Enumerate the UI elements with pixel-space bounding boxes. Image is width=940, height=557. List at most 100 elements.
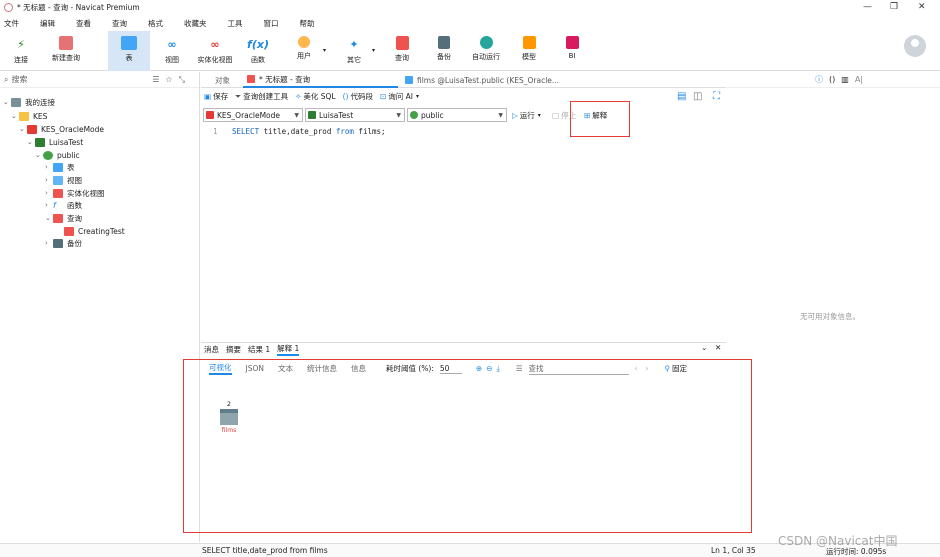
tab-messages[interactable]: 消息 [204,344,219,355]
tree-item-materialized-views[interactable]: › 实体化视图 [45,187,105,199]
bi-button[interactable]: BI [558,31,586,71]
layout-columns-icon[interactable]: ◫ [693,91,702,102]
run-button[interactable]: ▷ 运行 ▾ [512,110,541,121]
tree-item-my-connections[interactable]: ⌄ 我的连接 [3,96,55,108]
tab-summary[interactable]: 摘要 [226,344,241,355]
title-bar: * 无标题 - 查询 - Navicat Premium — ❐ ✕ [0,0,940,15]
database-select[interactable]: LuisaTest ▼ [305,108,405,122]
menu-format[interactable]: 格式 [148,18,163,29]
user-dropdown-icon[interactable]: ▾ [323,47,326,54]
view-button[interactable]: ∞ 视图 [158,31,186,71]
query-button[interactable]: 查询 [388,31,416,71]
query-builder-button[interactable]: ⏷ 查询创建工具 [235,91,288,102]
menu-edit[interactable]: 编辑 [40,18,55,29]
chevron-down-icon[interactable]: ⌄ [3,98,11,106]
table-icon [121,36,137,50]
sql-line[interactable]: SELECT title,date_prod from films; [232,127,386,136]
close-panel-icon[interactable]: ✕ [715,343,721,352]
sql-editor[interactable]: 1 SELECT title,date_prod from films; [201,125,726,337]
chevron-down-icon[interactable]: ⌄ [19,125,27,133]
tab-result-1[interactable]: 结果 1 [248,344,270,355]
tab-films[interactable]: films @LuisaTest.public (KES_Oracle... [405,72,559,88]
chevron-right-icon[interactable]: › [45,201,53,209]
schema-icon [410,111,418,119]
model-button[interactable]: 模型 [515,31,543,71]
close-icon[interactable]: ✕ [918,2,926,12]
maximize-icon[interactable]: ❐ [890,2,898,12]
filter-icon[interactable]: ☰ [152,75,159,84]
sidebar-search[interactable]: ⌕ 搜索 ☰ ☆ ⤡ [0,72,199,88]
tree-item-tables[interactable]: › 表 [45,161,75,173]
chevron-right-icon[interactable]: › [45,176,53,184]
kes-connection-icon [27,124,37,134]
materialized-view-icon: ∞ [210,37,220,51]
function-button[interactable]: f(x) 函数 [244,31,272,71]
menu-file[interactable]: 文件 [4,18,19,29]
materialized-view-button[interactable]: ∞ 实体化视图 [193,31,237,71]
tab-explain-1[interactable]: 解释 1 [277,343,300,356]
tree-item-backups[interactable]: › 备份 [45,237,82,249]
new-query-button[interactable]: 新建查询 [46,31,86,71]
beautify-sql-button[interactable]: ✧ 美化 SQL [295,91,336,102]
chevron-down-icon[interactable]: ⌄ [35,151,43,159]
play-icon: ▷ [512,111,518,120]
menu-tools[interactable]: 工具 [228,18,243,29]
backup-button[interactable]: 备份 [430,31,458,71]
chevron-down-icon: ▼ [498,111,503,119]
menu-view[interactable]: 查看 [76,18,91,29]
sql-keyword: SELECT [232,127,260,136]
tree-item-kes-oraclemode[interactable]: ⌄ KES_OracleMode [19,123,104,135]
tree-item-luisatest[interactable]: ⌄ LuisaTest [27,136,83,148]
ddl-icon[interactable]: ▥ [841,75,849,84]
tree-item-queries[interactable]: ⌄ 查询 [45,212,82,224]
avatar[interactable] [904,35,926,57]
other-dropdown-icon[interactable]: ▾ [372,47,375,54]
search-input[interactable]: 搜索 [11,74,152,85]
wand-icon: ✧ [295,92,302,101]
tree-item-views[interactable]: › 视图 [45,174,82,186]
code-icon[interactable]: () [829,75,835,84]
fullscreen-icon[interactable]: ⛶ [713,91,720,102]
automation-button[interactable]: 自动运行 [468,31,504,71]
collapse-panel-icon[interactable]: ⌄ [701,343,707,352]
folder-icon [19,111,29,121]
chevron-right-icon[interactable]: › [45,163,53,171]
query-icon [64,226,74,236]
tree-item-creatingtest[interactable]: CreatingTest [64,225,125,237]
chevron-down-icon[interactable]: ⌄ [27,138,35,146]
other-button[interactable]: ✦ 其它 [340,31,368,71]
connect-icon: ⚡ [17,37,25,51]
schema-select[interactable]: public ▼ [407,108,507,122]
minimize-icon[interactable]: — [863,2,872,12]
connection-select[interactable]: KES_OracleMode ▼ [203,108,303,122]
table-button[interactable]: 表 [108,31,150,71]
funnel-icon: ⏷ [235,91,242,101]
ask-ai-button[interactable]: ⊡ 询问 AI ▾ [380,91,419,102]
ai-icon[interactable]: A| [855,75,863,84]
chevron-down-icon[interactable]: ⌄ [11,112,19,120]
brace-icon: () [342,92,349,101]
tree-item-public[interactable]: ⌄ public [35,149,80,161]
tab-untitled-query[interactable]: * 无标题 - 查询 [243,72,398,88]
chevron-right-icon[interactable]: › [45,189,53,197]
robot-icon [479,36,493,49]
chevron-down-icon[interactable]: ⌄ [45,214,53,222]
menu-query[interactable]: 查询 [112,18,127,29]
user-button[interactable]: 用户 [289,31,319,71]
chevron-right-icon[interactable]: › [45,239,53,247]
collapse-icon[interactable]: ⤡ [179,75,185,85]
chevron-down-icon: ▾ [416,93,420,100]
info-icon[interactable]: ⓘ [815,74,823,85]
tab-objects[interactable]: 对象 [215,72,230,88]
menu-favorites[interactable]: 收藏夹 [184,18,207,29]
tree-item-functions[interactable]: › f 函数 [45,199,82,211]
snippet-button[interactable]: () 代码段 [343,91,373,102]
layout-split-icon[interactable]: ▤ [677,91,686,102]
connections-icon [11,97,21,107]
menu-window[interactable]: 窗口 [264,18,279,29]
tree-item-kes[interactable]: ⌄ KES [11,110,47,122]
menu-help[interactable]: 帮助 [300,18,315,29]
star-icon[interactable]: ☆ [165,75,172,84]
save-button[interactable]: ▣ 保存 [204,91,228,102]
connect-button[interactable]: ⚡ 连接 [6,31,36,71]
